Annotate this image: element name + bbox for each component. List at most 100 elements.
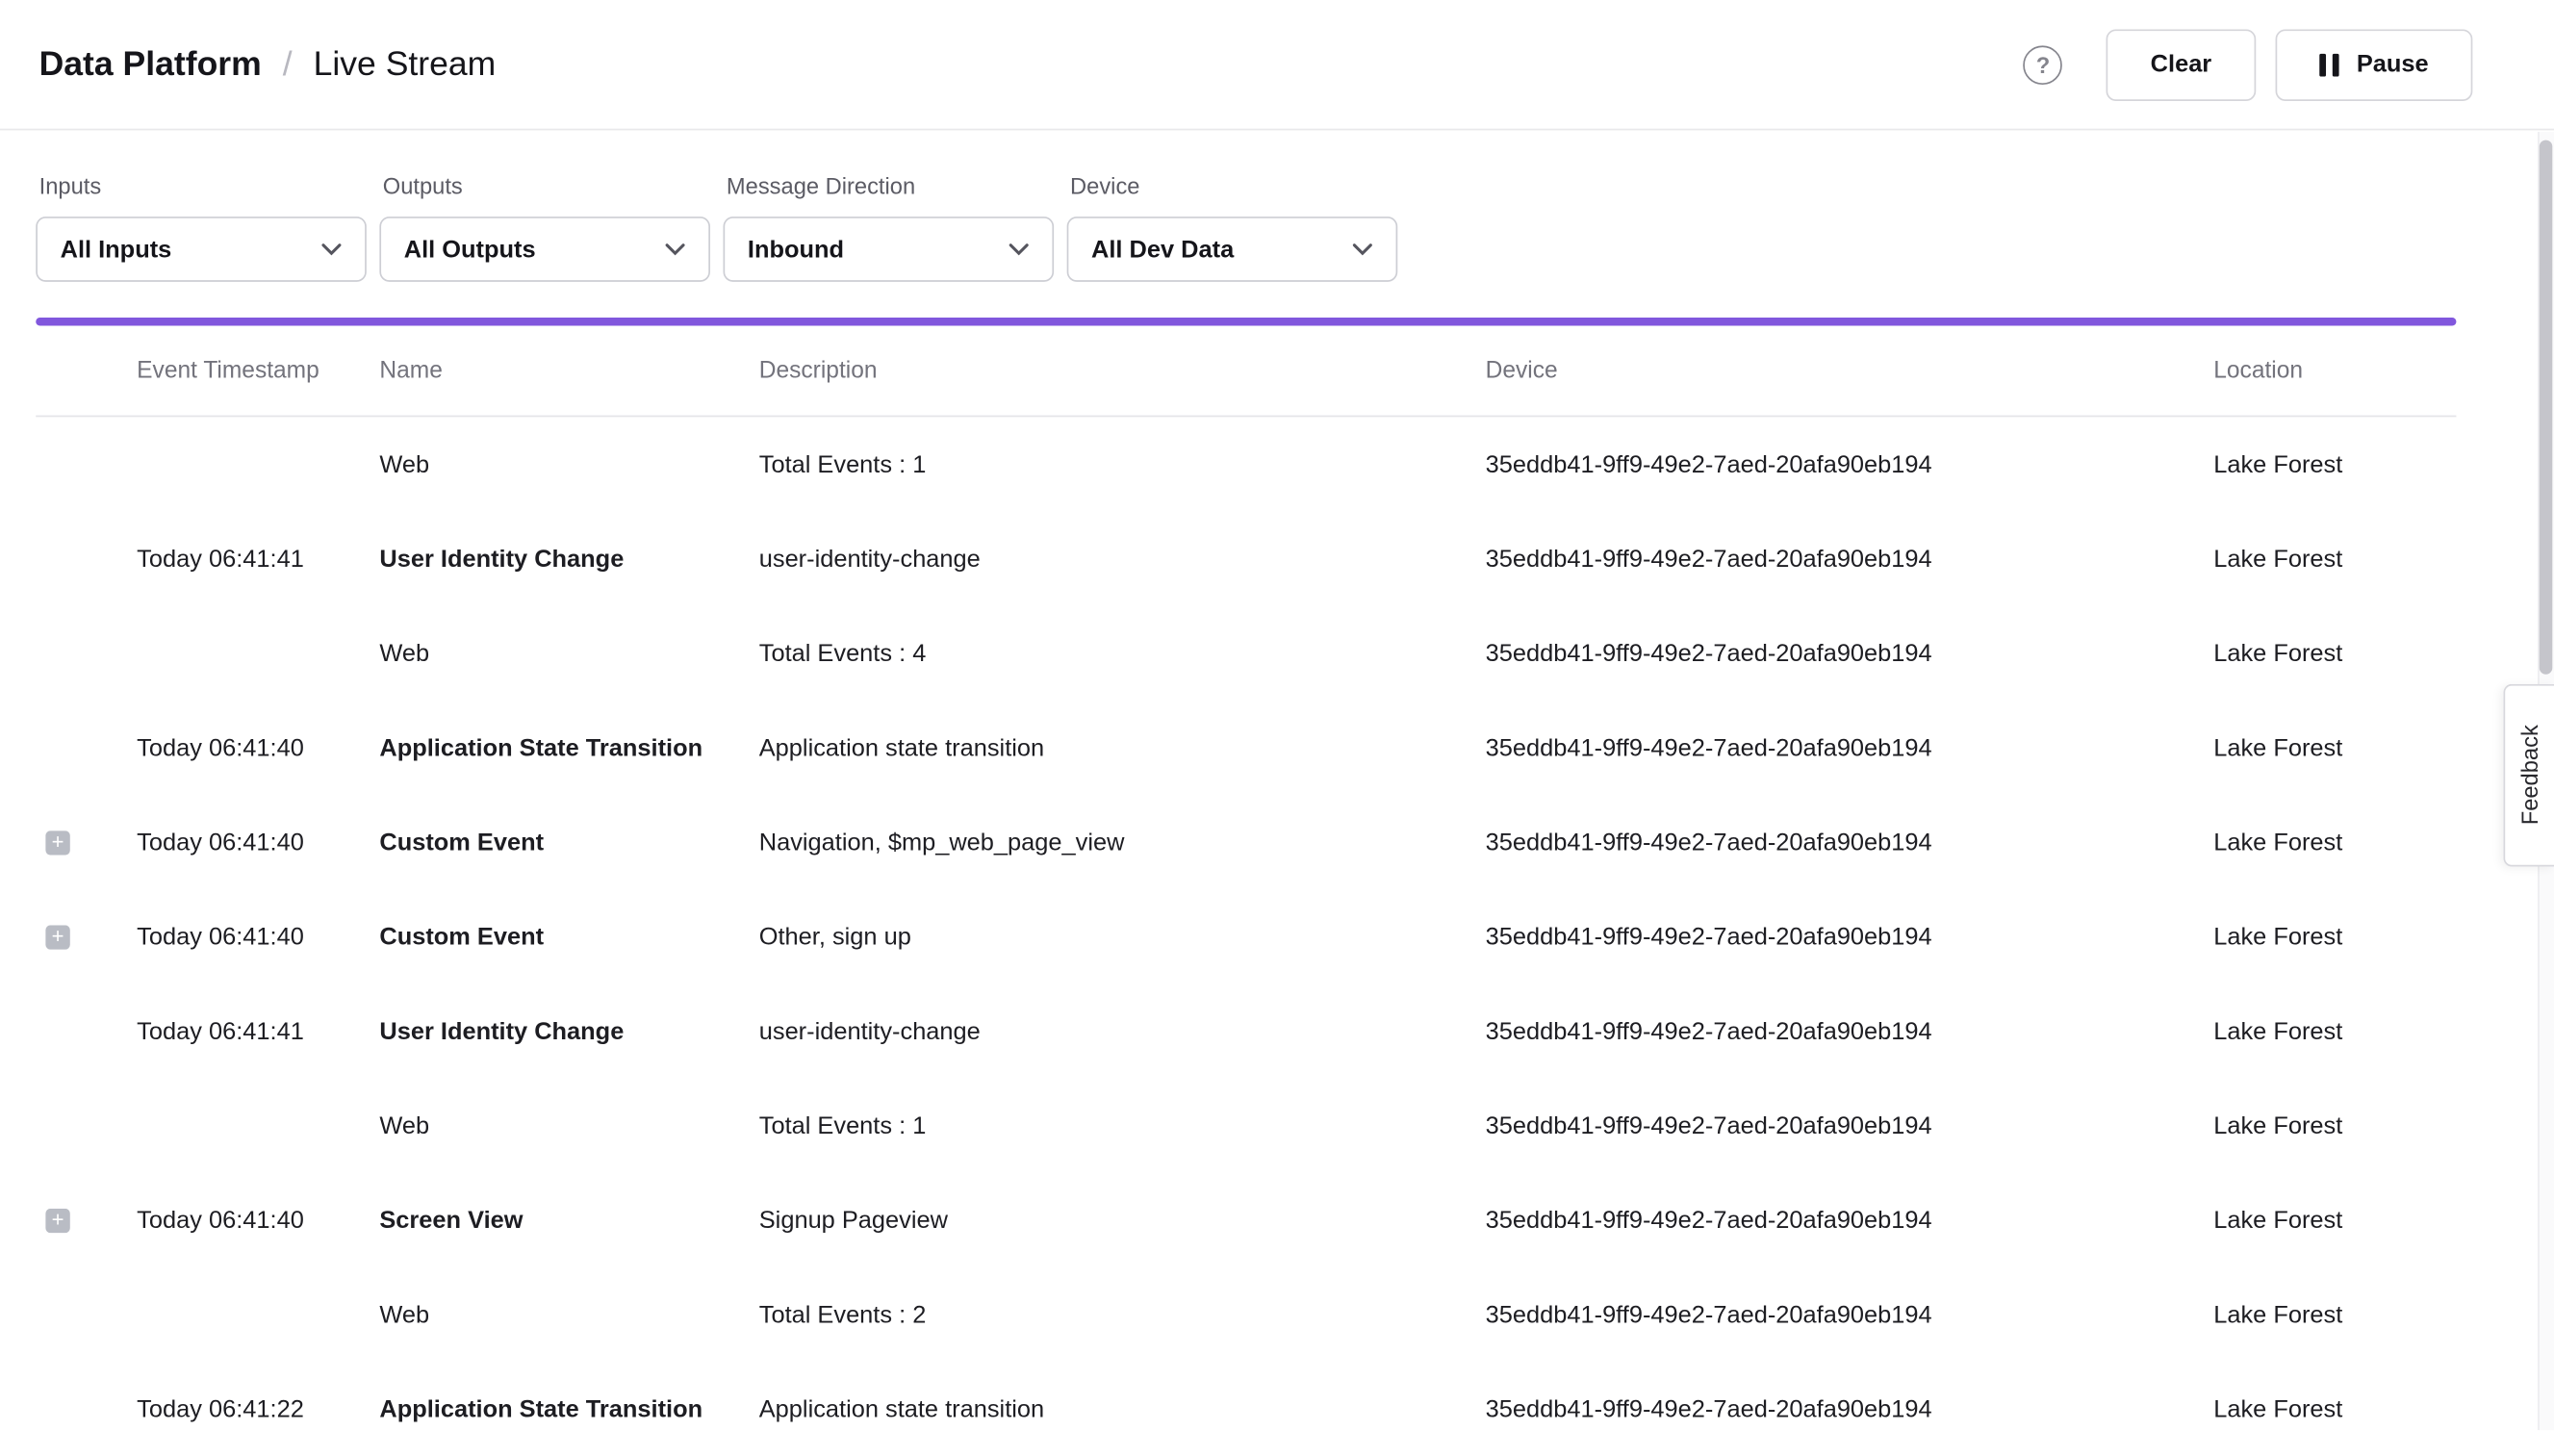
help-icon[interactable]: ? — [2024, 45, 2063, 85]
filter-inputs-label: Inputs — [39, 172, 367, 198]
filter-inputs-value: All Inputs — [61, 236, 172, 264]
event-timestamp: Today 06:41:40 — [137, 734, 379, 762]
table-row[interactable]: + Today 06:41:40 Custom Event Other, sig… — [36, 889, 2456, 983]
event-timestamp: Today 06:41:40 — [137, 923, 379, 951]
live-stream-page: Data Platform / Live Stream ? Clear Paus… — [0, 0, 2554, 1430]
col-event-timestamp: Event Timestamp — [137, 358, 379, 384]
expand-cell: + — [36, 1396, 137, 1420]
event-table-body: + Web Total Events : 1 35eddb41-9ff9-49e… — [36, 417, 2456, 1456]
filter-message-direction: Message Direction Inbound — [724, 172, 1055, 281]
live-stream-progress-bar — [36, 318, 2456, 325]
expand-cell: + — [36, 452, 137, 476]
clear-button[interactable]: Clear — [2107, 29, 2256, 100]
breadcrumb: Data Platform / Live Stream — [39, 45, 497, 85]
event-timestamp: Today 06:41:22 — [137, 1395, 379, 1423]
event-description: Total Events : 4 — [759, 639, 1486, 667]
col-device: Device — [1486, 358, 2214, 384]
table-row[interactable]: + Web Total Events : 4 35eddb41-9ff9-49e… — [36, 606, 2456, 701]
col-location: Location — [2213, 358, 2456, 384]
event-description: user-identity-change — [759, 1017, 1486, 1045]
event-description: Navigation, $mp_web_page_view — [759, 829, 1486, 856]
event-location: Lake Forest — [2213, 1301, 2456, 1329]
event-location: Lake Forest — [2213, 829, 2456, 856]
event-description: Total Events : 2 — [759, 1301, 1486, 1329]
table-row[interactable]: + Today 06:41:41 User Identity Change us… — [36, 983, 2456, 1078]
expand-row-icon[interactable]: + — [45, 1208, 69, 1232]
breadcrumb-separator: / — [283, 45, 293, 85]
event-name: Web — [379, 1301, 758, 1329]
event-location: Lake Forest — [2213, 639, 2456, 667]
event-name: Custom Event — [379, 923, 758, 951]
filter-outputs-label: Outputs — [383, 172, 710, 198]
event-location: Lake Forest — [2213, 923, 2456, 951]
event-device: 35eddb41-9ff9-49e2-7aed-20afa90eb194 — [1486, 734, 2214, 762]
expand-cell: + — [36, 547, 137, 571]
event-description: Application state transition — [759, 1395, 1486, 1423]
scrollbar-thumb[interactable] — [2540, 140, 2553, 675]
filter-device: Device All Dev Data — [1067, 172, 1398, 281]
event-device: 35eddb41-9ff9-49e2-7aed-20afa90eb194 — [1486, 639, 2214, 667]
event-table: Event Timestamp Name Description Device … — [36, 326, 2456, 1456]
filter-message-direction-value: Inbound — [748, 236, 844, 264]
feedback-tab-label: Feedback — [2516, 726, 2542, 826]
filter-outputs-select[interactable]: All Outputs — [379, 217, 710, 282]
event-name: Web — [379, 639, 758, 667]
event-device: 35eddb41-9ff9-49e2-7aed-20afa90eb194 — [1486, 829, 2214, 856]
event-description: Other, sign up — [759, 923, 1486, 951]
filter-outputs: Outputs All Outputs — [379, 172, 710, 281]
filter-inputs-select[interactable]: All Inputs — [36, 217, 367, 282]
event-device: 35eddb41-9ff9-49e2-7aed-20afa90eb194 — [1486, 545, 2214, 573]
table-row[interactable]: + Today 06:41:40 Custom Event Navigation… — [36, 795, 2456, 889]
page-header: Data Platform / Live Stream ? Clear Paus… — [0, 0, 2554, 130]
table-header: Event Timestamp Name Description Device … — [36, 326, 2456, 418]
filter-device-select[interactable]: All Dev Data — [1067, 217, 1398, 282]
expand-cell: + — [36, 1302, 137, 1326]
header-actions: ? Clear Pause — [2024, 29, 2473, 100]
event-device: 35eddb41-9ff9-49e2-7aed-20afa90eb194 — [1486, 1111, 2214, 1139]
event-location: Lake Forest — [2213, 1395, 2456, 1423]
expand-cell: + — [36, 1019, 137, 1043]
filters-bar: Inputs All Inputs Outputs All Outputs Me… — [0, 130, 2554, 281]
event-timestamp: Today 06:41:41 — [137, 1017, 379, 1045]
event-device: 35eddb41-9ff9-49e2-7aed-20afa90eb194 — [1486, 1206, 2214, 1234]
pause-button-label: Pause — [2357, 50, 2429, 78]
filter-device-value: All Dev Data — [1091, 236, 1234, 264]
pause-button[interactable]: Pause — [2275, 29, 2472, 100]
event-timestamp: Today 06:41:40 — [137, 1206, 379, 1234]
table-row[interactable]: + Today 06:41:22 Application State Trans… — [36, 1362, 2456, 1456]
chevron-down-icon — [320, 242, 342, 256]
expand-row-icon[interactable]: + — [45, 830, 69, 854]
event-description: Application state transition — [759, 734, 1486, 762]
table-row[interactable]: + Web Total Events : 1 35eddb41-9ff9-49e… — [36, 417, 2456, 511]
event-name: Application State Transition — [379, 1395, 758, 1423]
event-timestamp: Today 06:41:40 — [137, 829, 379, 856]
event-device: 35eddb41-9ff9-49e2-7aed-20afa90eb194 — [1486, 1301, 2214, 1329]
table-row[interactable]: + Today 06:41:40 Application State Trans… — [36, 701, 2456, 795]
event-device: 35eddb41-9ff9-49e2-7aed-20afa90eb194 — [1486, 1395, 2214, 1423]
filter-device-label: Device — [1070, 172, 1397, 198]
table-row[interactable]: + Today 06:41:40 Screen View Signup Page… — [36, 1173, 2456, 1267]
event-location: Lake Forest — [2213, 545, 2456, 573]
col-description: Description — [759, 358, 1486, 384]
event-name: User Identity Change — [379, 545, 758, 573]
event-description: Total Events : 1 — [759, 450, 1486, 478]
filter-message-direction-select[interactable]: Inbound — [724, 217, 1055, 282]
table-row[interactable]: + Web Total Events : 2 35eddb41-9ff9-49e… — [36, 1267, 2456, 1362]
page-title: Live Stream — [314, 45, 497, 85]
event-location: Lake Forest — [2213, 1206, 2456, 1234]
expand-row-icon[interactable]: + — [45, 925, 69, 949]
expand-cell: + — [36, 735, 137, 759]
event-timestamp: Today 06:41:41 — [137, 545, 379, 573]
expand-cell: + — [36, 1113, 137, 1137]
event-description: Total Events : 1 — [759, 1111, 1486, 1139]
expand-cell: + — [36, 925, 137, 949]
event-name: Custom Event — [379, 829, 758, 856]
feedback-tab[interactable]: Feedback — [2504, 684, 2554, 867]
breadcrumb-data-platform[interactable]: Data Platform — [39, 45, 262, 85]
table-row[interactable]: + Today 06:41:41 User Identity Change us… — [36, 511, 2456, 605]
event-device: 35eddb41-9ff9-49e2-7aed-20afa90eb194 — [1486, 1017, 2214, 1045]
pause-icon — [2319, 53, 2338, 76]
expand-cell: + — [36, 830, 137, 854]
table-row[interactable]: + Web Total Events : 1 35eddb41-9ff9-49e… — [36, 1079, 2456, 1173]
event-device: 35eddb41-9ff9-49e2-7aed-20afa90eb194 — [1486, 450, 2214, 478]
